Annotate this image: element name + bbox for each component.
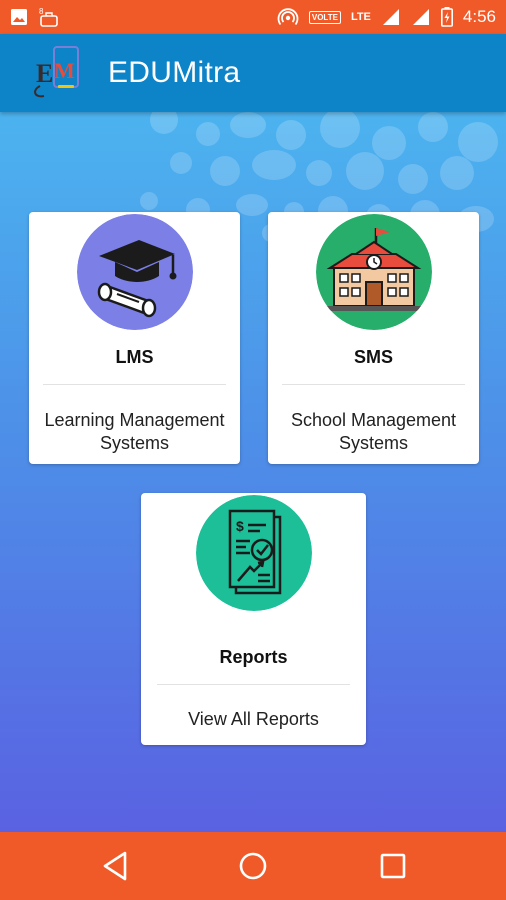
card-title: LMS: [115, 347, 154, 367]
background-bubble: [252, 150, 296, 180]
back-icon[interactable]: [95, 850, 135, 882]
background-bubble: [210, 156, 240, 186]
graduation-cap-icon: [76, 214, 193, 330]
background-bubble: [346, 152, 384, 190]
signal-icon: [412, 9, 429, 25]
background-bubble: [320, 112, 360, 148]
card-description-line: Learning Management: [44, 410, 225, 430]
card-divider: [157, 684, 350, 685]
app-title: EDUMitra: [108, 56, 241, 89]
background-bubble: [440, 156, 474, 190]
background-bubble: [236, 194, 268, 216]
background-bubble: [418, 112, 448, 142]
sms-card[interactable]: SMS School Management Systems: [268, 212, 479, 464]
background-bubble: [398, 164, 428, 194]
card-description-line: School Management: [290, 410, 457, 430]
background-bubble: [458, 122, 498, 162]
card-description: School Management Systems: [268, 409, 479, 455]
network-type: LTE: [350, 10, 371, 23]
status-bar: 8 VOLTE LTE 4:56: [0, 0, 506, 34]
background-bubble: [230, 112, 266, 138]
card-divider: [282, 384, 465, 385]
card-title: Reports: [219, 647, 288, 667]
reports-card[interactable]: $ Reports View All Reports: [141, 493, 366, 745]
home-icon[interactable]: [233, 850, 273, 882]
image-icon: [11, 9, 27, 25]
volte-badge: VOLTE: [308, 10, 341, 24]
background-bubble: [140, 192, 158, 210]
background-bubble: [196, 122, 220, 146]
notification-icon: 8: [39, 7, 58, 27]
report-document-icon: $: [195, 495, 312, 611]
card-divider: [43, 384, 226, 385]
dashboard-content: LMS Learning Management Systems SMS Scho…: [0, 112, 506, 832]
svg-text:E: E: [36, 59, 53, 88]
hotspot-icon: [277, 8, 299, 26]
status-time: 4:56: [462, 7, 496, 26]
recents-icon[interactable]: [373, 850, 413, 882]
signal-icon: [382, 9, 399, 25]
lms-card[interactable]: LMS Learning Management Systems: [29, 212, 240, 464]
app-bar: E M EDUMitra: [0, 34, 506, 112]
navigation-bar: [0, 832, 506, 900]
card-description: View All Reports: [188, 709, 319, 729]
school-building-icon: [315, 214, 432, 330]
svg-text:8: 8: [39, 7, 44, 16]
svg-text:$: $: [236, 518, 244, 534]
card-description-line: Systems: [99, 433, 169, 453]
background-bubble: [306, 160, 332, 186]
background-bubble: [276, 120, 306, 150]
battery-charging-icon: [440, 7, 453, 27]
card-title: SMS: [353, 347, 393, 367]
app-logo: E M: [34, 46, 79, 98]
background-bubble: [170, 152, 192, 174]
card-description: Learning Management Systems: [29, 409, 240, 455]
background-bubble: [372, 126, 406, 160]
background-bubble: [150, 112, 178, 134]
card-description-line: Systems: [338, 433, 408, 453]
svg-text:M: M: [54, 58, 75, 83]
